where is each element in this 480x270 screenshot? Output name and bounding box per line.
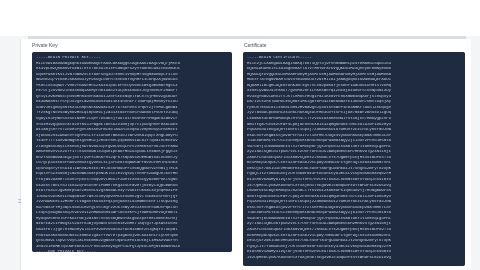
text-cursor-icon: ⌶: [18, 199, 22, 205]
certificate-label: Certificate: [244, 43, 267, 49]
private-key-textarea[interactable]: -----BEGIN PRIVATE KEY----- MIIEvwIBADANB…: [32, 52, 232, 252]
private-key-label: Private Key: [32, 43, 58, 49]
left-gutter: [0, 39, 20, 270]
private-key-line: -----END PRIVATE KEY-----: [36, 250, 228, 252]
app-window: Private Key Certificate -----BEGIN PRIVA…: [0, 0, 480, 270]
certificate-textarea[interactable]: -----BEGIN CERTIFICATE----- MIIE2jCCA8KgA…: [243, 52, 465, 266]
certificate-line: Jk2UpMx6CyOa7KbSn4HlXf9AjRd6TxEg3VmIc1Nq…: [247, 255, 392, 260]
top-bar: [0, 0, 480, 36]
